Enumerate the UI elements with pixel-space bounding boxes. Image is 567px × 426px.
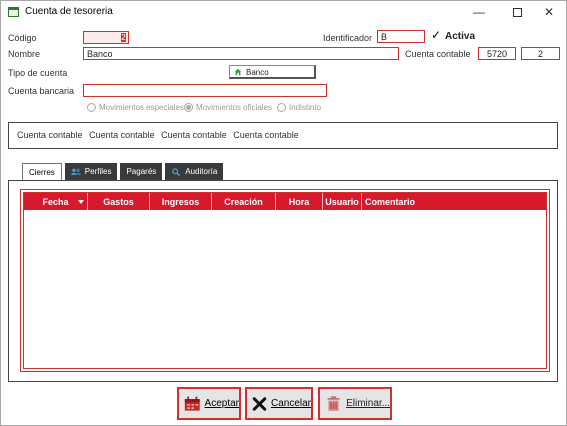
tipo-cuenta-label: Tipo de cuenta [8, 68, 68, 78]
close-x-icon [252, 396, 267, 411]
home-icon [234, 68, 242, 76]
radio-circle [277, 102, 286, 112]
radio-movimientos-oficiales[interactable]: Movimientos oficiales [184, 101, 272, 113]
grid-body: Fecha Gastos Ingresos Creación Hora Usua… [23, 192, 547, 369]
tab-cierres[interactable]: Cierres [22, 163, 62, 181]
cancelar-button[interactable]: Cancelar [245, 387, 313, 420]
tipo-cuenta-value: Banco [246, 68, 269, 77]
col-header-comentario[interactable]: Comentario [362, 193, 546, 210]
radio-label: Movimientos especiales [99, 102, 184, 112]
eliminar-button[interactable]: Eliminar... [318, 387, 392, 420]
radio-circle [87, 102, 96, 112]
col-label: Fecha [42, 196, 69, 207]
identificador-field[interactable]: B [377, 30, 425, 43]
col-header-hora[interactable]: Hora [276, 193, 323, 210]
identificador-label: Identificador [323, 33, 373, 43]
tab-pagares[interactable]: Pagarés [120, 163, 163, 180]
radio-indistinto[interactable]: Indistinto [277, 101, 321, 113]
window-icon [8, 7, 19, 17]
cuenta-contable-field[interactable]: 5720 [478, 47, 516, 60]
codigo-field[interactable]: 2 [83, 31, 129, 44]
dialog-window: Cuenta de tesoreria — ✕ Código 2 Identif… [0, 0, 567, 426]
window-title: Cuenta de tesoreria [25, 6, 113, 17]
col-header-usuario[interactable]: Usuario [323, 193, 362, 210]
tipo-cuenta-select[interactable]: Banco [229, 65, 316, 79]
col-header-creacion[interactable]: Creación [212, 193, 276, 210]
eliminar-label: Eliminar... [346, 398, 390, 409]
tab-label: Auditoría [185, 167, 218, 176]
tab-auditoria[interactable]: Auditoría [165, 163, 224, 180]
nombre-label: Nombre [8, 49, 41, 59]
minimize-icon: — [473, 5, 485, 19]
activa-label: Activa [445, 31, 476, 42]
cuenta-contable-sub-field[interactable]: 2 [521, 47, 560, 60]
maximize-button[interactable] [500, 1, 534, 23]
title-bar[interactable]: Cuenta de tesoreria — ✕ [1, 1, 566, 23]
account-label: Cuenta contable [161, 130, 227, 140]
users-icon [70, 168, 81, 175]
close-icon: ✕ [543, 5, 555, 19]
account-label: Cuenta contable [89, 130, 155, 140]
cuenta-contable-label: Cuenta contable [405, 49, 471, 59]
account-label: Cuenta contable [233, 130, 299, 140]
tab-perfiles[interactable]: Perfiles [64, 163, 118, 180]
col-label: Comentario [365, 196, 416, 207]
sort-arrow-icon [78, 200, 84, 204]
radio-label: Indistinto [289, 102, 322, 112]
radio-selected-dot [186, 104, 191, 110]
col-header-fecha[interactable]: Fecha [24, 193, 88, 210]
radio-label: Movimientos oficiales [196, 102, 273, 112]
codigo-label: Código [8, 33, 37, 43]
cuenta-bancaria-label: Cuenta bancaria [8, 86, 75, 96]
tab-panel-cierres: Fecha Gastos Ingresos Creación Hora Usua… [8, 180, 558, 382]
tab-bar: Cierres Perfiles Pagarés Auditoría [22, 163, 226, 181]
col-label: Usuario [325, 196, 359, 207]
accounts-summary: Cuenta contable Cuenta contable Cuenta c… [8, 122, 558, 149]
search-icon [172, 167, 181, 176]
cierres-grid[interactable]: Fecha Gastos Ingresos Creación Hora Usua… [20, 189, 550, 372]
account-label: Cuenta contable [17, 130, 83, 140]
col-label: Ingresos [161, 196, 200, 207]
cuenta-bancaria-field[interactable] [83, 84, 327, 97]
cancelar-label: Cancelar [270, 398, 311, 409]
activa-checkbox[interactable]: ✓ [431, 29, 442, 41]
tab-label: Pagarés [126, 167, 157, 176]
minimize-button[interactable]: — [462, 1, 496, 23]
grid-header: Fecha Gastos Ingresos Creación Hora Usua… [24, 193, 546, 210]
trash-icon [327, 395, 340, 411]
radio-movimientos-especiales[interactable]: Movimientos especiales [87, 101, 184, 113]
col-header-gastos[interactable]: Gastos [88, 193, 150, 210]
maximize-icon [512, 7, 522, 17]
close-button[interactable]: ✕ [532, 1, 566, 23]
col-label: Hora [288, 196, 310, 207]
nombre-field[interactable]: Banco [83, 47, 399, 60]
calendar-accept-icon [184, 396, 200, 411]
tab-label: Cierres [29, 168, 55, 177]
aceptar-button[interactable]: Aceptar [177, 387, 241, 420]
col-label: Creación [224, 196, 263, 207]
aceptar-label: Aceptar [204, 398, 239, 409]
radio-circle [184, 102, 193, 112]
codigo-value: 2 [121, 33, 126, 42]
tab-label: Perfiles [84, 167, 112, 176]
col-header-ingresos[interactable]: Ingresos [150, 193, 212, 210]
col-label: Gastos [103, 196, 134, 207]
